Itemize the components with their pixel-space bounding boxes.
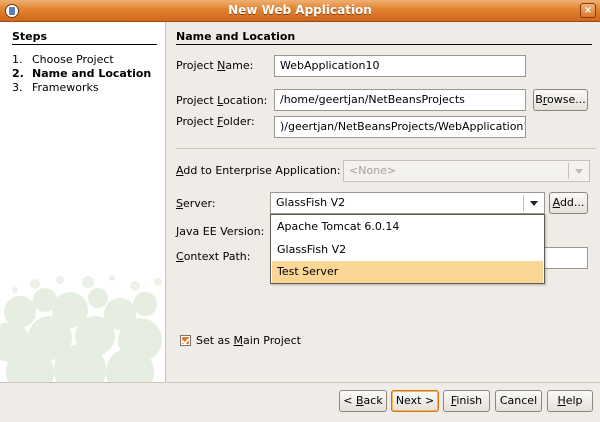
step-item-choose-project: 1. Choose Project [12, 53, 151, 67]
main-project-label[interactable]: Set as Main Project [196, 334, 301, 348]
chevron-down-icon[interactable] [524, 193, 544, 213]
steps-heading: Steps [12, 30, 48, 43]
finish-button[interactable]: Finish [443, 390, 490, 412]
step-item-frameworks: 3. Frameworks [12, 81, 151, 95]
label-text: dd... [559, 196, 585, 209]
steps-panel: Steps 1. Choose Project 2. Name and Locati… [0, 22, 166, 382]
project-location-field[interactable]: /home/geertjan/NetBeansProjects [274, 89, 526, 111]
label-text: ontext Path: [183, 250, 251, 263]
server-label: Server: [176, 197, 216, 211]
project-name-field[interactable]: WebApplication10 [274, 55, 526, 77]
mnemonic: B [356, 394, 364, 407]
close-icon[interactable]: × [580, 3, 596, 18]
step-number: 2. [12, 67, 24, 80]
project-folder-field[interactable]: )/geertjan/NetBeansProjects/WebApplicati… [274, 116, 526, 138]
enterprise-application-value: <None> [349, 164, 397, 177]
mnemonic: H [557, 394, 566, 407]
help-button[interactable]: Help [547, 390, 593, 412]
label-text: B [535, 93, 543, 106]
label-text: erver: [182, 197, 216, 210]
java-ee-version-label: Java EE Version: [176, 225, 264, 239]
step-label: Name and Location [32, 67, 152, 80]
browse-button[interactable]: Browse... [533, 89, 588, 111]
label-text: < [343, 394, 356, 407]
cancel-button[interactable]: Cancel [495, 390, 542, 412]
enterprise-application-combobox[interactable]: <None> [343, 160, 590, 182]
dialog-footer: < Back Next > Finish Cancel Help [0, 382, 600, 422]
section-separator [176, 148, 596, 149]
label-text: Project [176, 115, 218, 128]
panel-heading: Name and Location [176, 30, 296, 43]
window-title: New Web Application [228, 3, 372, 17]
label-text: dd to Enterprise Application: [183, 164, 341, 177]
label-text: older: [223, 115, 255, 128]
name-and-location-panel: Name and Location Project Name: WebAppli… [167, 22, 600, 382]
mnemonic: M [233, 334, 244, 347]
server-value: GlassFish V2 [276, 196, 346, 209]
steps-list: 1. Choose Project 2. Name and Location 3. F… [12, 53, 151, 95]
label-text: ocation: [223, 94, 268, 107]
enterprise-application-label: Add to Enterprise Application: [176, 164, 341, 178]
step-label: Frameworks [32, 81, 99, 94]
mnemonic: S [176, 197, 183, 210]
step-number: 1. [12, 53, 23, 66]
next-button[interactable]: Next > [391, 390, 439, 412]
project-location-label: Project Location: [176, 94, 267, 108]
label-text: inish [456, 394, 483, 407]
context-path-label: Context Path: [176, 250, 250, 264]
server-combobox[interactable]: GlassFish V2 [270, 192, 545, 214]
server-option-apache-tomcat[interactable]: Apache Tomcat 6.0.14 [272, 216, 543, 238]
step-item-name-and-location: 2. Name and Location [12, 67, 151, 81]
panel-heading-rule [176, 44, 592, 45]
project-folder-label: Project Folder: [176, 115, 255, 129]
steps-rule [12, 44, 157, 45]
chevron-down-icon[interactable] [569, 161, 589, 181]
label-text: elp [565, 394, 583, 407]
mnemonic: C [176, 250, 184, 263]
step-label: Choose Project [32, 53, 114, 66]
label-text: ack [363, 394, 383, 407]
label-text: ame: [225, 59, 254, 72]
label-text: Set as [196, 334, 234, 347]
label-text: ava EE Version: [179, 225, 265, 238]
label-text: owse... [547, 93, 586, 106]
new-web-application-dialog: New Web Application × Steps 1. Choose Pro… [0, 0, 600, 422]
server-dropdown-list: Apache Tomcat 6.0.14 GlassFish V2 Test S… [270, 214, 545, 284]
back-button[interactable]: < Back [339, 390, 387, 412]
server-option-glassfish[interactable]: GlassFish V2 [272, 239, 543, 261]
label-text: ain Project [243, 334, 301, 347]
add-server-button[interactable]: Add... [549, 192, 588, 214]
project-name-label: Project Name: [176, 59, 253, 73]
label-text: Project [176, 94, 218, 107]
label-text: Project [176, 59, 218, 72]
mnemonic: A [552, 196, 560, 209]
decorative-bubbles-image [0, 275, 162, 382]
server-option-test-server[interactable]: Test Server [272, 261, 543, 283]
main-project-checkbox[interactable] [180, 335, 191, 346]
checkmark-icon [182, 337, 189, 344]
step-number: 3. [12, 81, 23, 94]
title-bar[interactable]: New Web Application × [0, 0, 600, 22]
